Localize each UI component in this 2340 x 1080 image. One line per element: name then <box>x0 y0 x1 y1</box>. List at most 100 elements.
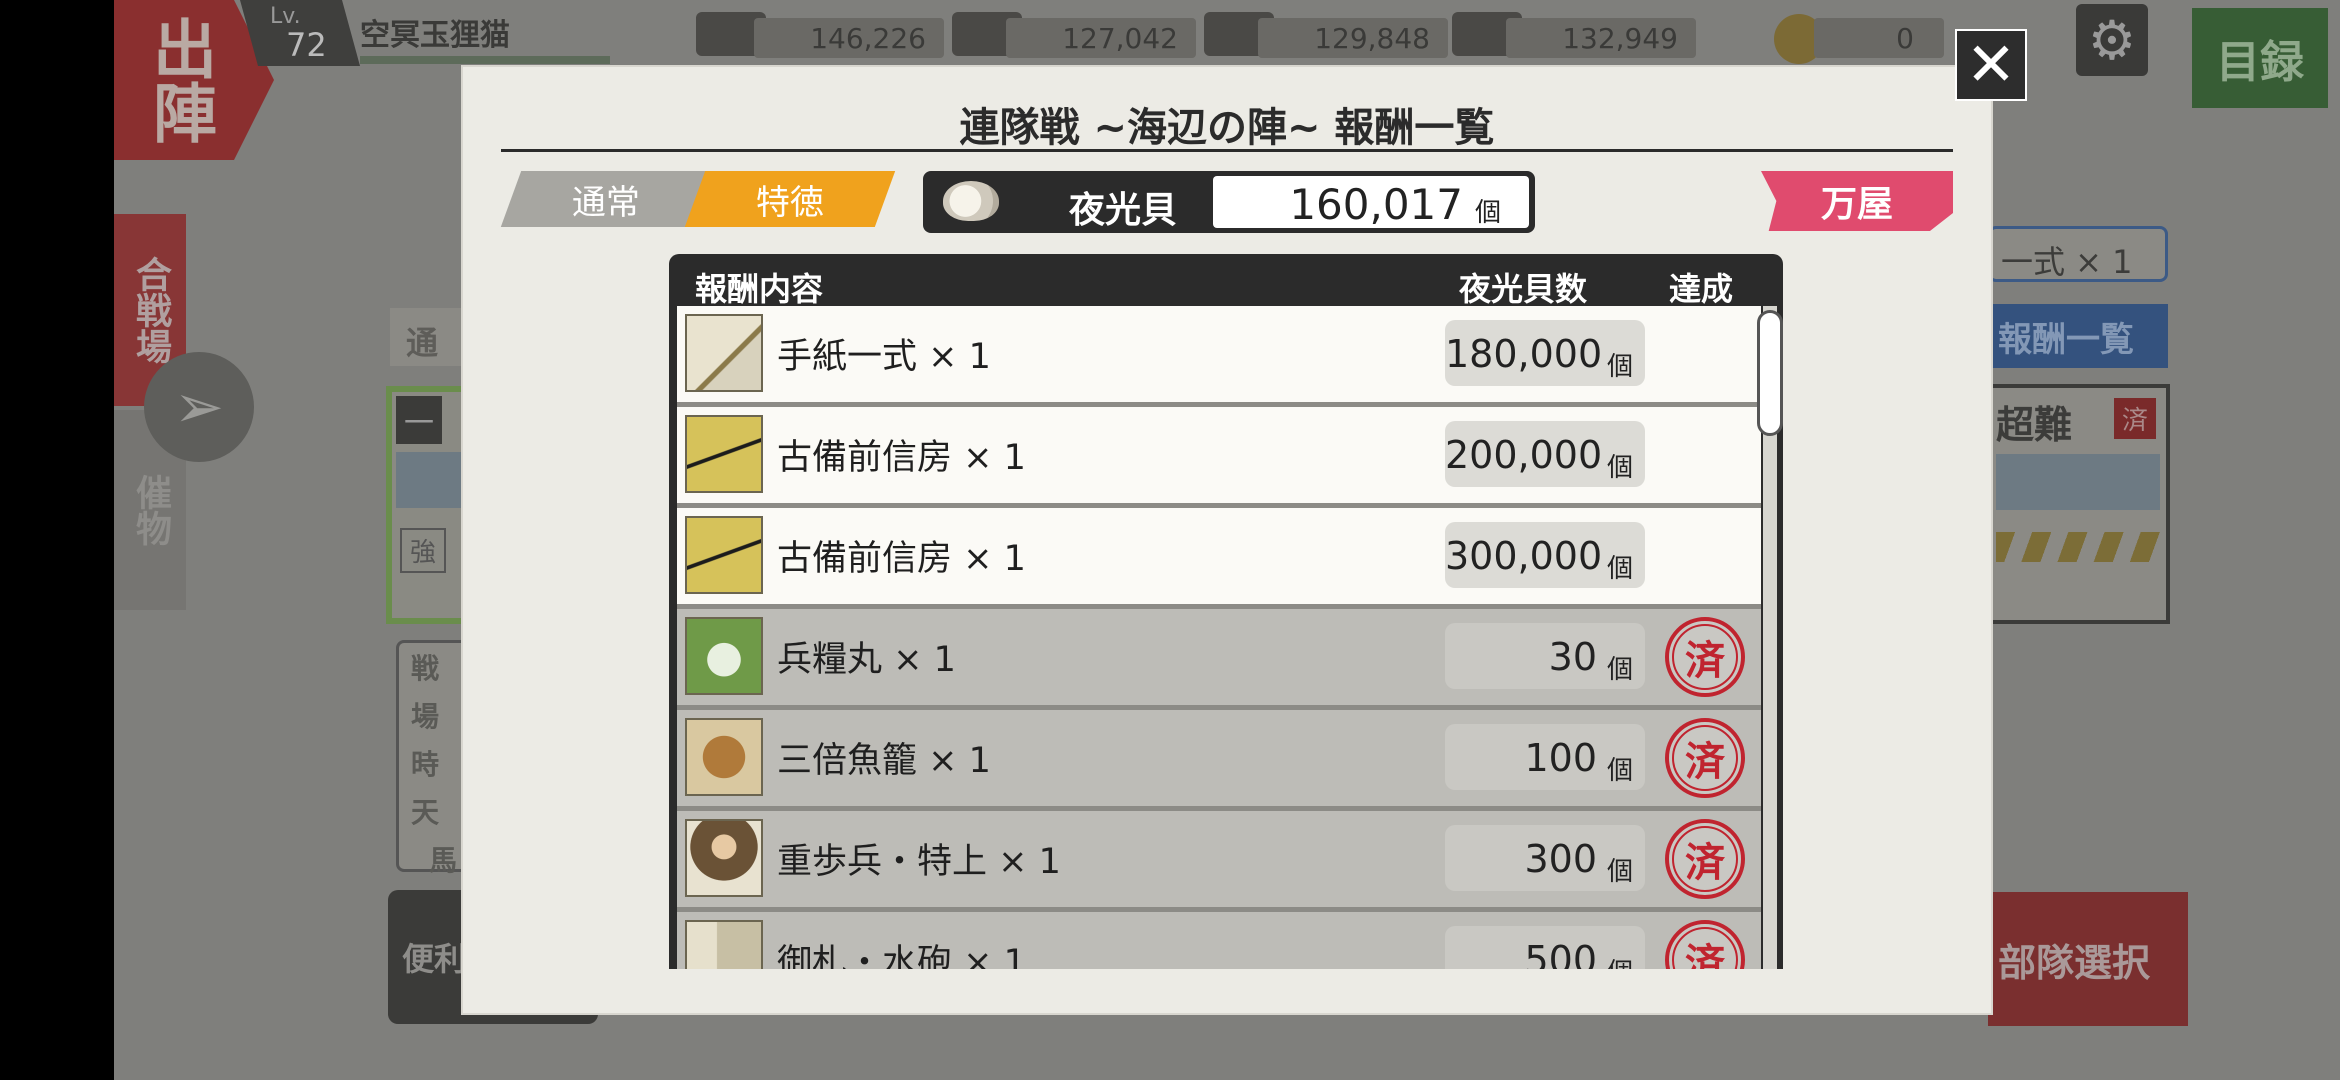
close-button[interactable]: ✕ <box>1955 29 2027 101</box>
required-count: 200,000 個 <box>1445 421 1645 487</box>
left-tab-event-label: 催物 <box>130 474 171 546</box>
required-amount: 200,000 <box>1445 433 1603 477</box>
header-achieved: 達成 <box>1669 270 1734 308</box>
right-item-text: 一式 × 1 <box>2001 243 2133 281</box>
reward-row: 古備前信房 × 1 300,000 個 <box>677 508 1761 609</box>
amount-unit: 個 <box>1607 352 1634 382</box>
turban-shell-icon <box>943 181 999 221</box>
right-reward-list-button[interactable]: 報酬一覧 <box>1988 304 2168 368</box>
currency-display: 夜光貝 160,017 個 <box>923 171 1535 233</box>
right-stage-image <box>1996 454 2160 510</box>
close-icon: ✕ <box>1965 30 2017 100</box>
fish-basket-icon <box>685 718 763 796</box>
amount-unit: 個 <box>1607 453 1634 483</box>
squad-select-label: 部隊選択 <box>1998 940 2151 985</box>
required-amount: 300 <box>1524 837 1597 881</box>
required-amount: 300,000 <box>1445 534 1603 578</box>
reward-rows[interactable]: 手紙一式 × 1 180,000 個古備前信房 × 1 200,000 個古備前信房 ×… <box>677 306 1761 969</box>
reward-row: 古備前信房 × 1 200,000 個 <box>677 407 1761 508</box>
resource-charcoal: 146,226 <box>754 18 944 58</box>
header-reward: 報酬内容 <box>695 270 824 308</box>
convenience-label: 便利 <box>402 940 467 978</box>
required-count: 500 個 <box>1445 926 1645 969</box>
reward-name: 兵糧丸 × 1 <box>777 640 956 680</box>
sword-icon <box>685 415 763 493</box>
coin-count: 0 <box>1814 18 1944 58</box>
left-stage-number: 一 <box>396 396 442 444</box>
resource-whetstone: 132,949 <box>1506 18 1696 58</box>
heavy-infantry-icon <box>685 819 763 897</box>
achieved-stamp-text: 済 <box>1672 624 1738 690</box>
reward-row: 手紙一式 × 1 180,000 個 <box>677 306 1761 407</box>
reward-name: 重歩兵・特上 × 1 <box>777 842 1061 882</box>
left-tab-battlefield-label: 合戦場 <box>130 256 171 364</box>
required-count: 30 個 <box>1445 623 1645 689</box>
level-block: Lv. 72 <box>240 0 360 66</box>
left-stage-badge: 強 <box>400 528 447 573</box>
required-amount: 100 <box>1524 736 1597 780</box>
amount-unit: 個 <box>1607 554 1634 584</box>
reward-name: 手紙一式 × 1 <box>777 337 991 377</box>
shop-button[interactable]: 万屋 <box>1761 171 1953 231</box>
required-count: 100 個 <box>1445 724 1645 790</box>
player-name: 空冥玉狸猫 <box>360 18 510 53</box>
settings-button[interactable]: ⚙ <box>2076 4 2148 76</box>
dialog-title: 連隊戦 ~海辺の陣~ 報酬一覧 <box>959 105 1495 151</box>
right-done-badge: 済 <box>2114 398 2157 439</box>
tab-special[interactable]: 特徳 <box>684 171 896 227</box>
reward-name: 古備前信房 × 1 <box>777 539 1026 579</box>
reward-table: 報酬内容 夜光貝数 達成 手紙一式 × 1 180,000 個古備前信房 × 1 20… <box>669 254 1783 969</box>
amount-unit: 個 <box>1607 952 1633 969</box>
achieved-stamp-text: 済 <box>1672 927 1738 969</box>
reward-list-dialog: 連隊戦 ~海辺の陣~ 報酬一覧 通常 特徳 夜光貝 160,017 個 万屋 ✕… <box>463 29 2027 1013</box>
currency-value-box: 160,017 個 <box>1213 176 1529 229</box>
required-amount: 30 <box>1548 635 1597 679</box>
achieved-stamp-text: 済 <box>1672 826 1738 892</box>
resource-steel: 127,042 <box>1006 18 1196 58</box>
header-count: 夜光貝数 <box>1459 270 1588 308</box>
right-item-line: 一式 × 1 <box>1988 226 2168 282</box>
reward-row: 御札・水砲 × 1 500 個 済 <box>677 912 1761 969</box>
charm-icon <box>685 920 763 969</box>
ration-balls-icon <box>685 617 763 695</box>
right-reward-list-label: 報酬一覧 <box>1998 319 2134 360</box>
required-count: 300,000 個 <box>1445 522 1645 588</box>
currency-value: 160,017 <box>1289 180 1463 229</box>
sword-icon <box>685 516 763 594</box>
required-amount: 500 <box>1524 938 1597 969</box>
sortie-label: 出陣 <box>142 16 216 144</box>
achieved-stamp-icon: 済 <box>1665 819 1745 899</box>
tab-normal[interactable]: 通常 <box>500 171 712 227</box>
reward-row: 重歩兵・特上 × 1 300 個 済 <box>677 811 1761 912</box>
amount-unit: 個 <box>1607 756 1634 786</box>
title-divider <box>501 149 1953 152</box>
reward-row: 三倍魚籠 × 1 100 個 済 <box>677 710 1761 811</box>
reward-row: 兵糧丸 × 1 30 個 済 <box>677 609 1761 710</box>
reward-name: 古備前信房 × 1 <box>777 438 1026 478</box>
tab-special-label: 特徳 <box>756 182 824 223</box>
achieved-stamp-icon: 済 <box>1665 718 1745 798</box>
achieved-stamp-icon: 済 <box>1665 920 1745 969</box>
letter-set-icon <box>685 314 763 392</box>
right-difficulty: 超難 <box>1996 403 2073 447</box>
paper-plane-icon: ➢ <box>173 372 225 442</box>
scrollbar-thumb[interactable] <box>1757 310 1783 436</box>
level-value: 72 <box>286 26 327 64</box>
right-stage-bar <box>1996 532 2160 562</box>
reward-name: 御札・水砲 × 1 <box>777 943 1026 969</box>
share-button[interactable]: ➢ <box>144 352 254 462</box>
required-amount: 180,000 <box>1445 332 1603 376</box>
amount-unit: 個 <box>1607 655 1634 685</box>
amount-unit: 個 <box>1607 857 1634 887</box>
gear-icon: ⚙ <box>2087 8 2137 72</box>
currency-name: 夜光貝 <box>1068 190 1177 231</box>
left-panel-header-text: 通 <box>406 324 439 362</box>
resource-coolant: 129,848 <box>1258 18 1448 58</box>
tab-normal-label: 通常 <box>572 182 640 223</box>
squad-select-button[interactable]: 部隊選択 <box>1988 892 2188 1026</box>
exp-bar <box>360 56 610 64</box>
required-count: 300 個 <box>1445 825 1645 891</box>
catalog-button[interactable]: 目録 <box>2192 8 2328 108</box>
right-stage-card: 超難 済 <box>1988 384 2170 624</box>
achieved-stamp-text: 済 <box>1672 725 1738 791</box>
